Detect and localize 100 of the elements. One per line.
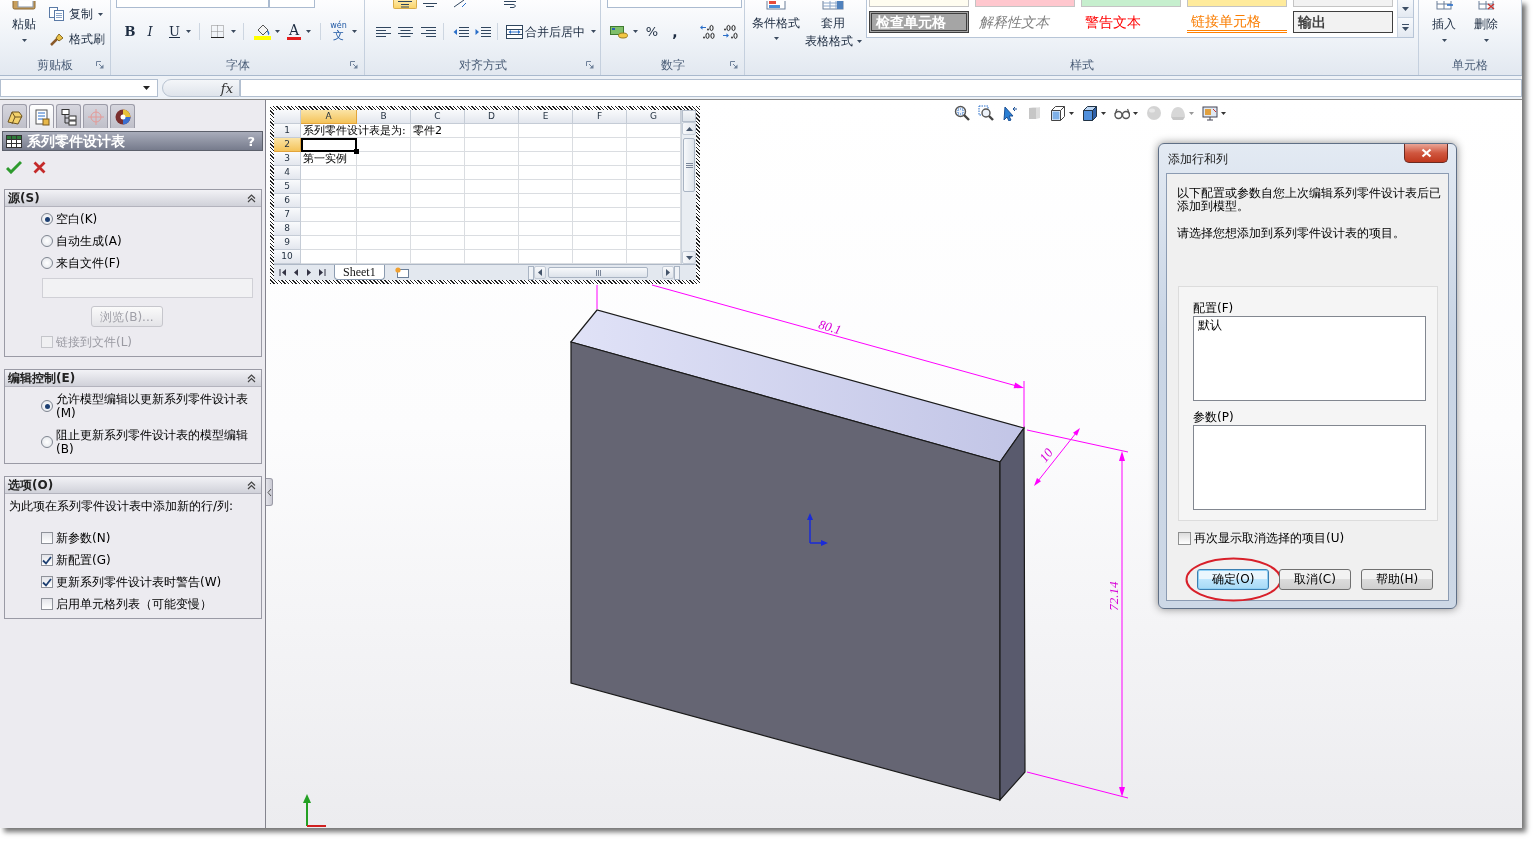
fill-handle-icon[interactable] (354, 149, 359, 154)
font-color-button[interactable]: A (286, 22, 312, 41)
borders-button[interactable] (209, 23, 237, 40)
conditional-format-button[interactable]: 条件格式 (750, 0, 802, 41)
column-header[interactable]: B (357, 110, 411, 124)
orientation-button[interactable] (451, 0, 469, 9)
table-cell[interactable] (465, 124, 519, 138)
collapse-icon[interactable] (247, 193, 256, 203)
table-cell[interactable] (301, 166, 357, 180)
table-cell[interactable] (519, 138, 573, 152)
table-cell[interactable] (411, 152, 465, 166)
list-box[interactable]: 默认 (1193, 316, 1426, 401)
row-header[interactable]: 8 (274, 222, 301, 236)
table-cell[interactable] (301, 180, 357, 194)
wrap-text-button[interactable] (503, 0, 519, 9)
italic-button[interactable]: I (144, 23, 156, 40)
format-as-table-button[interactable]: 套用 表格格式 (803, 0, 863, 49)
delete-button[interactable]: 删除 (1472, 0, 1500, 43)
table-cell[interactable] (357, 236, 411, 250)
cancel-button[interactable] (32, 159, 47, 175)
dialog-launcher-icon[interactable] (586, 61, 594, 69)
row-header[interactable]: 10 (274, 250, 301, 264)
phonetic-guide-button[interactable]: wén 文 (328, 21, 359, 42)
insert-button[interactable]: 插入 (1430, 0, 1458, 43)
column-header[interactable]: E (519, 110, 573, 124)
table-cell[interactable] (465, 180, 519, 194)
sheet-tab[interactable]: Sheet1 (334, 265, 385, 280)
comma-style-button[interactable]: , (671, 23, 679, 40)
table-cell[interactable] (357, 166, 411, 180)
toolbar-button[interactable] (954, 105, 970, 121)
radio-button[interactable] (41, 436, 53, 448)
table-cell[interactable] (573, 236, 627, 250)
gallery-scroll-button[interactable] (1398, 0, 1413, 18)
manager-tab[interactable] (110, 104, 135, 128)
table-cell[interactable] (357, 222, 411, 236)
close-button[interactable] (1404, 144, 1448, 163)
table-cell[interactable] (519, 166, 573, 180)
section-header[interactable]: 源(S) (5, 190, 261, 207)
scroll-left-button[interactable] (534, 266, 546, 279)
dimension-label[interactable]: 72.14 (1105, 581, 1121, 611)
fill-color-button[interactable] (253, 22, 281, 41)
scroll-up-button[interactable] (682, 122, 696, 135)
table-cell[interactable] (519, 222, 573, 236)
table-cell[interactable] (465, 222, 519, 236)
column-header[interactable]: C (411, 110, 465, 124)
table-cell[interactable] (573, 166, 627, 180)
radio-button[interactable] (41, 235, 53, 247)
table-cell[interactable] (411, 138, 465, 152)
cell-style-item[interactable]: 解释性文本 (975, 11, 1075, 33)
row-header[interactable]: 3 (274, 152, 301, 166)
table-cell[interactable] (465, 236, 519, 250)
radio-button[interactable] (41, 213, 53, 225)
checkbox[interactable] (41, 598, 53, 610)
selected-cell[interactable] (301, 138, 357, 152)
row-header[interactable]: 1 (274, 124, 301, 138)
vertical-align-button[interactable] (421, 0, 439, 9)
scroll-right-button[interactable] (662, 266, 674, 279)
dialog-launcher-icon[interactable] (730, 61, 738, 69)
style-swatch[interactable] (975, 0, 1075, 7)
table-cell[interactable] (519, 124, 573, 138)
table-cell[interactable] (573, 222, 627, 236)
align-left-button[interactable] (375, 24, 391, 39)
table-cell[interactable] (411, 194, 465, 208)
panel-toggle-button[interactable] (266, 478, 273, 506)
align-right-button[interactable] (420, 24, 436, 39)
dialog-button[interactable]: 帮助(H) (1361, 569, 1433, 590)
table-cell[interactable] (573, 180, 627, 194)
table-cell[interactable] (357, 194, 411, 208)
table-cell[interactable] (465, 138, 519, 152)
list-item[interactable]: 默认 (1197, 319, 1422, 332)
increase-decimal-button[interactable] (699, 23, 717, 40)
scroll-down-button[interactable] (682, 251, 696, 264)
table-cell[interactable] (465, 166, 519, 180)
align-center-button[interactable] (397, 24, 413, 39)
table-cell[interactable] (301, 222, 357, 236)
list-box[interactable] (1193, 425, 1426, 510)
underline-button[interactable]: U (168, 23, 192, 40)
collapse-icon[interactable] (247, 373, 256, 383)
column-header[interactable]: F (573, 110, 627, 124)
row-header[interactable]: 6 (274, 194, 301, 208)
column-header[interactable]: A (301, 110, 357, 124)
table-cell[interactable] (357, 152, 411, 166)
dimension-label[interactable]: 80.1 (817, 316, 843, 338)
checkbox[interactable] (41, 576, 53, 588)
font-size-field[interactable] (269, 0, 315, 8)
radio-button[interactable] (41, 400, 53, 412)
toolbar-button[interactable] (1082, 105, 1106, 121)
style-swatch[interactable] (1081, 0, 1181, 7)
table-cell[interactable] (357, 208, 411, 222)
gallery-more-button[interactable] (1398, 18, 1413, 37)
table-cell[interactable] (519, 208, 573, 222)
table-cell[interactable] (301, 208, 357, 222)
percent-button[interactable]: % (645, 23, 659, 40)
toolbar-button[interactable] (978, 105, 994, 121)
table-cell[interactable] (301, 236, 357, 250)
collapse-icon[interactable] (247, 480, 256, 490)
section-header[interactable]: 选项(O) (5, 477, 261, 494)
cell-style-item[interactable]: 警告文本 (1081, 11, 1181, 33)
toolbar-button[interactable] (1002, 105, 1018, 121)
table-cell[interactable] (573, 152, 627, 166)
